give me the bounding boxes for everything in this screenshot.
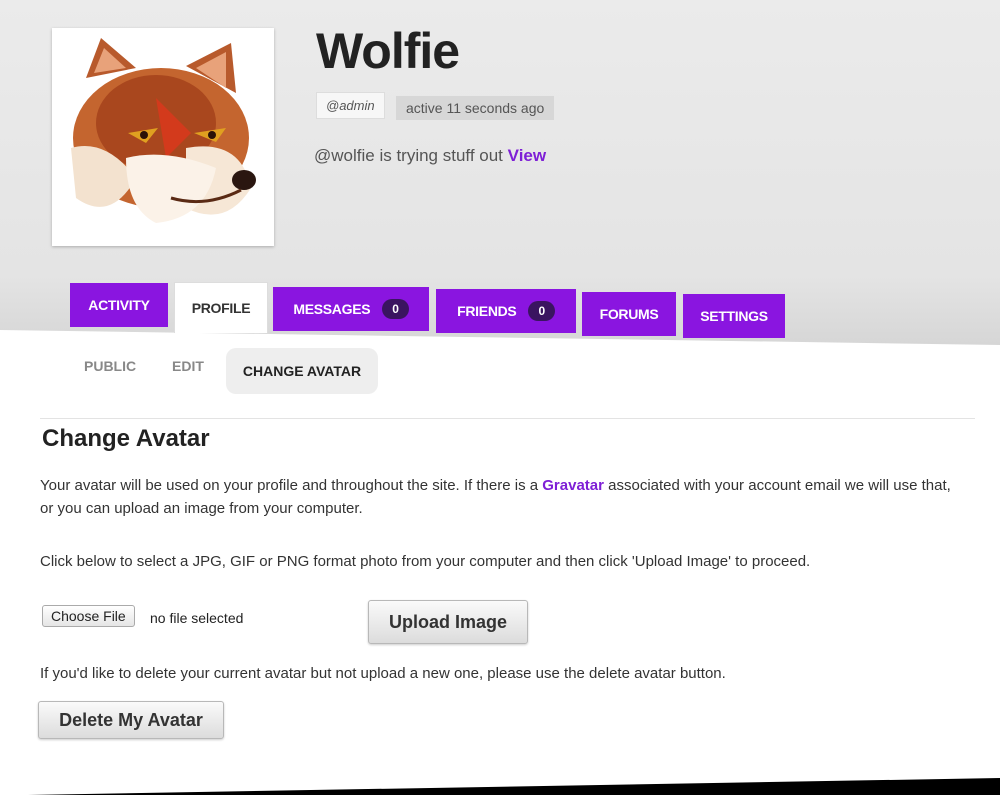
- tab-label: MESSAGES: [293, 301, 371, 317]
- tab-messages[interactable]: MESSAGES 0: [273, 287, 429, 331]
- tab-friends[interactable]: FRIENDS 0: [436, 289, 576, 333]
- profile-name: Wolfie: [316, 23, 460, 79]
- file-status: no file selected: [150, 610, 244, 626]
- delete-avatar-button[interactable]: Delete My Avatar: [38, 701, 224, 739]
- subnav-label: CHANGE AVATAR: [242, 363, 362, 379]
- profile-page: Wolfie @admin active 11 seconds ago @wol…: [0, 0, 1000, 795]
- friends-count-badge: 0: [528, 301, 555, 321]
- tab-forums[interactable]: FORUMS: [582, 292, 676, 336]
- tab-label: ACTIVITY: [88, 297, 150, 313]
- tab-label: FRIENDS: [457, 303, 517, 319]
- tab-profile[interactable]: PROFILE: [174, 282, 268, 333]
- intro-paragraph: Your avatar will be used on your profile…: [40, 474, 960, 520]
- subnav-edit[interactable]: EDIT: [172, 358, 204, 374]
- activity-badge: active 11 seconds ago: [396, 96, 555, 120]
- role-badge: @admin: [316, 92, 385, 119]
- intro-text: Your avatar will be used on your profile…: [40, 477, 543, 494]
- tab-label: FORUMS: [599, 306, 659, 322]
- gravatar-link[interactable]: Gravatar: [542, 477, 604, 494]
- status-view-link[interactable]: View: [508, 146, 546, 165]
- button-label: Upload Image: [388, 611, 508, 632]
- instructions-paragraph: Click below to select a JPG, GIF or PNG …: [40, 553, 811, 570]
- divider: [40, 418, 975, 419]
- tab-label: SETTINGS: [700, 308, 768, 324]
- tab-label: PROFILE: [191, 300, 251, 316]
- delete-instructions: If you'd like to delete your current ava…: [40, 665, 726, 682]
- status-text: @wolfie is trying stuff out: [314, 146, 503, 165]
- button-label: Delete My Avatar: [59, 709, 203, 730]
- choose-file-button[interactable]: Choose File: [42, 605, 135, 627]
- tab-settings[interactable]: SETTINGS: [683, 294, 785, 338]
- subnav-change-avatar[interactable]: CHANGE AVATAR: [226, 348, 378, 394]
- subnav-public[interactable]: PUBLIC: [84, 358, 136, 374]
- profile-avatar[interactable]: [52, 28, 274, 246]
- tab-activity[interactable]: ACTIVITY: [70, 283, 168, 327]
- messages-count-badge: 0: [382, 299, 409, 319]
- wolf-avatar-image: [66, 38, 260, 236]
- section-heading: Change Avatar: [42, 425, 210, 452]
- upload-image-button[interactable]: Upload Image: [368, 600, 528, 644]
- status-update: @wolfie is trying stuff out View: [314, 146, 546, 166]
